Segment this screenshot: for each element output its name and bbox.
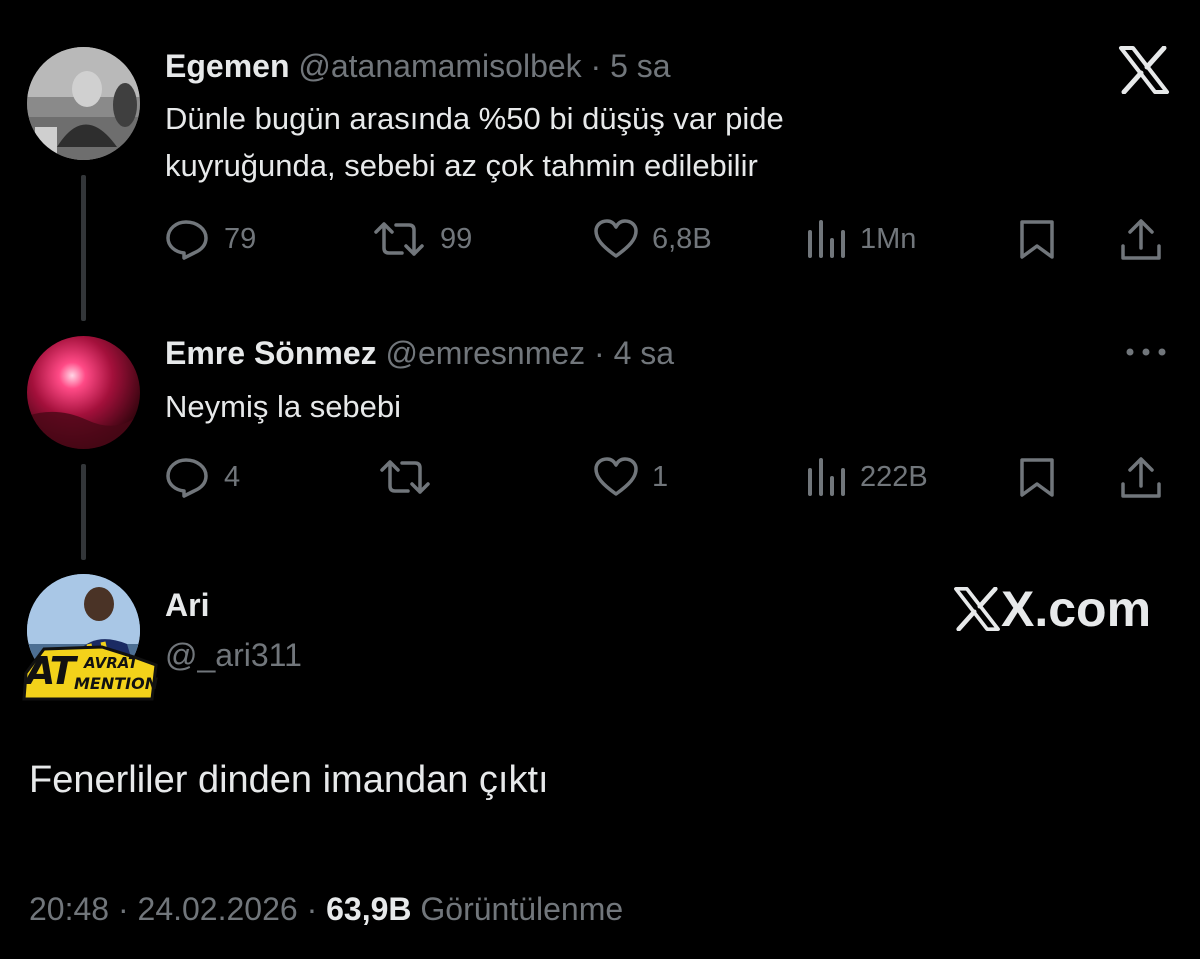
like-button[interactable]: 1	[592, 456, 668, 498]
tweet-meta: 20:48 · 24.02.2026 · 63,9B Görüntülenme	[29, 891, 623, 928]
main-handle[interactable]: @_ari311	[165, 637, 302, 674]
tweet-header: Egemen @atanamamisolbek · 5 sa	[165, 48, 671, 85]
views-icon	[808, 458, 845, 496]
views-count: 222B	[860, 460, 928, 493]
bookmark-button[interactable]	[1017, 456, 1057, 503]
tweet-time[interactable]: 5 sa	[610, 48, 670, 84]
views-count: 63,9B	[326, 891, 412, 927]
x-logo-icon[interactable]	[1118, 45, 1170, 95]
bookmark-icon	[1020, 458, 1054, 497]
views-count: 1Mn	[860, 222, 917, 255]
tweet-text: Dünle bugün arasında %50 bi düşüş var pi…	[165, 95, 784, 189]
main-tweet-text: Fenerliler dinden imandan çıktı	[29, 759, 549, 801]
reply-count: 4	[224, 460, 241, 493]
like-button[interactable]: 6,8B	[592, 218, 712, 260]
separator: ·	[590, 48, 602, 84]
separator: ·	[306, 891, 318, 927]
badge: AT AVRAT MENTION	[22, 643, 158, 701]
share-button[interactable]	[1119, 218, 1163, 267]
display-name[interactable]: Emre Sönmez	[165, 335, 377, 371]
reply-count: 79	[224, 222, 257, 255]
reply-button[interactable]: 79	[164, 218, 256, 260]
handle[interactable]: @emresnmez	[386, 335, 586, 371]
repost-button[interactable]: 99	[370, 218, 472, 260]
reply-icon	[166, 458, 208, 498]
tweet-header: Emre Sönmez @emresnmez · 4 sa	[165, 335, 674, 372]
bookmark-icon	[1020, 220, 1054, 259]
more-button[interactable]	[1124, 344, 1168, 365]
like-icon	[594, 457, 638, 496]
tweet-text-line: Neymiş la sebebi	[165, 389, 402, 424]
like-count: 1	[652, 460, 669, 493]
watermark-text: X.com	[1001, 581, 1152, 637]
tweet-text-line: kuyruğunda, sebebi az çok tahmin edilebi…	[165, 148, 758, 183]
watermark: X.com	[953, 580, 1151, 638]
main-display-name[interactable]: Ari	[165, 587, 209, 624]
tweet-date[interactable]: 24.02.2026	[138, 891, 298, 927]
repost-icon	[380, 460, 430, 494]
separator: ·	[594, 335, 605, 371]
handle[interactable]: @atanamamisolbek	[298, 48, 581, 84]
repost-count: 99	[440, 222, 473, 255]
share-icon	[1121, 457, 1161, 498]
repost-button[interactable]	[376, 456, 434, 498]
views-label: Görüntülenme	[420, 891, 624, 927]
reply-button[interactable]: 4	[164, 456, 240, 498]
tweet-time[interactable]: 20:48	[29, 891, 109, 927]
share-button[interactable]	[1119, 456, 1163, 505]
thread-line	[81, 464, 86, 560]
like-count: 6,8B	[652, 222, 712, 255]
badge-text-top: AVRAT	[84, 654, 139, 672]
display-name[interactable]: Egemen	[165, 48, 289, 84]
separator: ·	[117, 891, 129, 927]
views-button[interactable]: 222B	[806, 456, 928, 498]
tweet-text-line: Dünle bugün arasında %50 bi düşüş var pi…	[165, 101, 784, 136]
like-icon	[594, 219, 638, 258]
reply-icon	[166, 220, 208, 260]
tweet-text: Neymiş la sebebi	[165, 383, 401, 430]
bookmark-button[interactable]	[1017, 218, 1057, 265]
more-icon	[1126, 348, 1166, 356]
avatar[interactable]	[27, 47, 140, 160]
share-icon	[1121, 219, 1161, 260]
tweet-time[interactable]: 4 sa	[614, 335, 674, 371]
views-icon	[808, 220, 845, 258]
thread-line	[81, 175, 86, 321]
badge-text-bottom: MENTION	[74, 674, 159, 693]
views-button[interactable]: 1Mn	[806, 218, 916, 260]
repost-icon	[374, 222, 424, 256]
avatar[interactable]	[27, 336, 140, 449]
badge-text-left: AT	[26, 649, 76, 693]
